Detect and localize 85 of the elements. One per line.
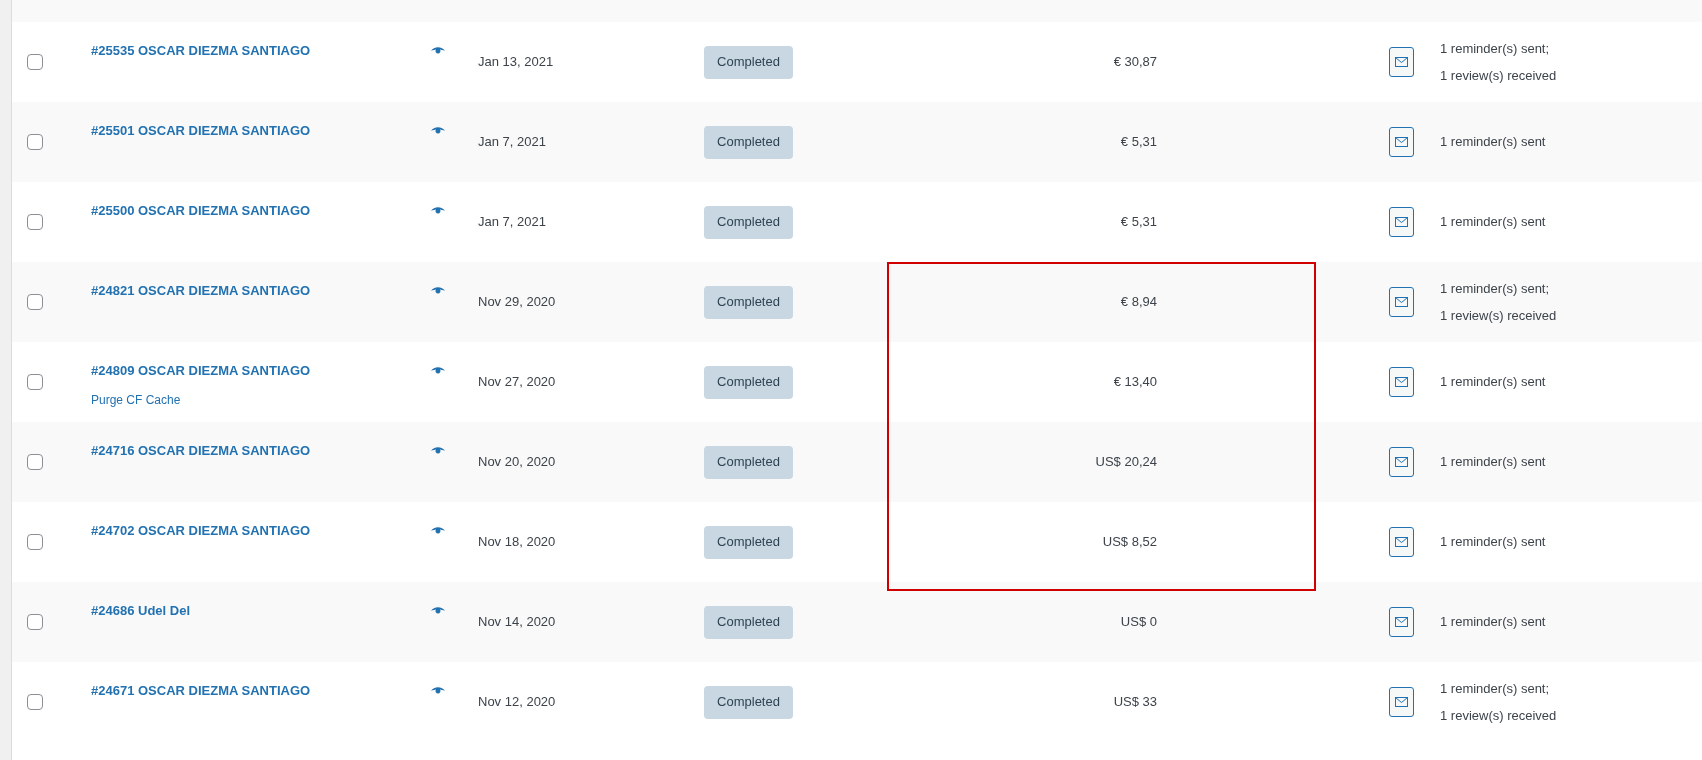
row-checkbox[interactable] [27,134,43,150]
order-link[interactable]: #25500 OSCAR DIEZMA SANTIAGO [91,201,431,221]
reminder-note: 1 review(s) received [1440,707,1558,725]
row-checkbox[interactable] [27,294,43,310]
order-total: € 5,31 [1120,133,1157,152]
eye-icon[interactable] [431,446,445,456]
order-link[interactable]: #24671 OSCAR DIEZMA SANTIAGO [91,681,431,701]
order-date: Jan 7, 2021 [478,213,546,232]
order-date: Nov 27, 2020 [478,373,556,392]
status-badge: Completed [704,445,793,479]
status-badge: Completed [704,365,793,399]
email-button[interactable] [1389,447,1414,477]
envelope-icon [1395,617,1408,627]
eye-icon[interactable] [431,126,445,136]
order-link[interactable]: #24809 OSCAR DIEZMA SANTIAGO [91,361,431,381]
email-button[interactable] [1389,47,1414,77]
row-checkbox[interactable] [27,454,43,470]
envelope-icon [1395,137,1408,147]
reminder-note: 1 reminder(s) sent [1440,613,1547,632]
envelope-icon [1395,57,1408,67]
reminder-note: 1 reminder(s) sent [1440,533,1547,552]
order-link[interactable]: #24716 OSCAR DIEZMA SANTIAGO [91,441,431,461]
reminder-note: 1 reminder(s) sent; [1440,279,1551,298]
order-total: US$ 8,52 [1102,533,1157,552]
reminder-note: 1 reminder(s) sent [1440,373,1547,392]
reminder-note: 1 review(s) received [1440,67,1558,85]
reminder-note: 1 reminder(s) sent [1440,133,1547,152]
envelope-icon [1395,697,1408,707]
status-badge: Completed [704,45,793,79]
envelope-icon [1395,377,1408,387]
status-badge: Completed [704,285,793,319]
reminder-note: 1 reminder(s) sent [1440,213,1547,232]
eye-icon[interactable] [431,606,445,616]
order-date: Nov 29, 2020 [478,293,556,312]
order-total: US$ 20,24 [1095,453,1157,472]
envelope-icon [1395,457,1408,467]
row-checkbox[interactable] [27,534,43,550]
order-date: Jan 7, 2021 [478,133,546,152]
row-action-link[interactable]: Purge CF Cache [91,390,431,409]
email-button[interactable] [1389,367,1414,397]
status-badge: Completed [704,525,793,559]
order-date: Nov 14, 2020 [478,613,556,632]
order-total: US$ 0 [1120,613,1157,632]
email-button[interactable] [1389,287,1414,317]
order-total: € 5,31 [1120,213,1157,232]
eye-icon[interactable] [431,366,445,376]
eye-icon[interactable] [431,286,445,296]
email-button[interactable] [1389,207,1414,237]
row-checkbox[interactable] [27,614,43,630]
status-badge: Completed [704,125,793,159]
reminder-note: 1 review(s) received [1440,307,1558,325]
reminder-note: 1 reminder(s) sent; [1440,39,1551,58]
order-date: Nov 12, 2020 [478,693,556,712]
order-link[interactable]: #24686 Udel Del [91,601,431,621]
row-checkbox[interactable] [27,694,43,710]
envelope-icon [1395,217,1408,227]
eye-icon[interactable] [431,686,445,696]
eye-icon[interactable] [431,46,445,56]
row-checkbox[interactable] [27,54,43,70]
eye-icon[interactable] [431,526,445,536]
order-date: Jan 13, 2021 [478,53,554,72]
order-link[interactable]: #25535 OSCAR DIEZMA SANTIAGO [91,41,431,61]
email-button[interactable] [1389,687,1414,717]
status-badge: Completed [704,605,793,639]
envelope-icon [1395,297,1408,307]
row-checkbox[interactable] [27,374,43,390]
email-button[interactable] [1389,607,1414,637]
reminder-note: 1 reminder(s) sent; [1440,679,1551,698]
order-total: € 8,94 [1120,293,1157,312]
order-date: Nov 20, 2020 [478,453,556,472]
order-date: Nov 18, 2020 [478,533,556,552]
reminder-note: 1 reminder(s) sent [1440,453,1547,472]
order-link[interactable]: #24702 OSCAR DIEZMA SANTIAGO [91,521,431,541]
order-link[interactable]: #25501 OSCAR DIEZMA SANTIAGO [91,121,431,141]
row-checkbox[interactable] [27,214,43,230]
order-total: € 13,40 [1113,373,1157,392]
email-button[interactable] [1389,127,1414,157]
eye-icon[interactable] [431,206,445,216]
order-total: € 30,87 [1113,53,1157,72]
status-badge: Completed [704,205,793,239]
email-button[interactable] [1389,527,1414,557]
order-total: US$ 33 [1113,693,1157,712]
status-badge: Completed [704,685,793,719]
order-link[interactable]: #24821 OSCAR DIEZMA SANTIAGO [91,281,431,301]
envelope-icon [1395,537,1408,547]
